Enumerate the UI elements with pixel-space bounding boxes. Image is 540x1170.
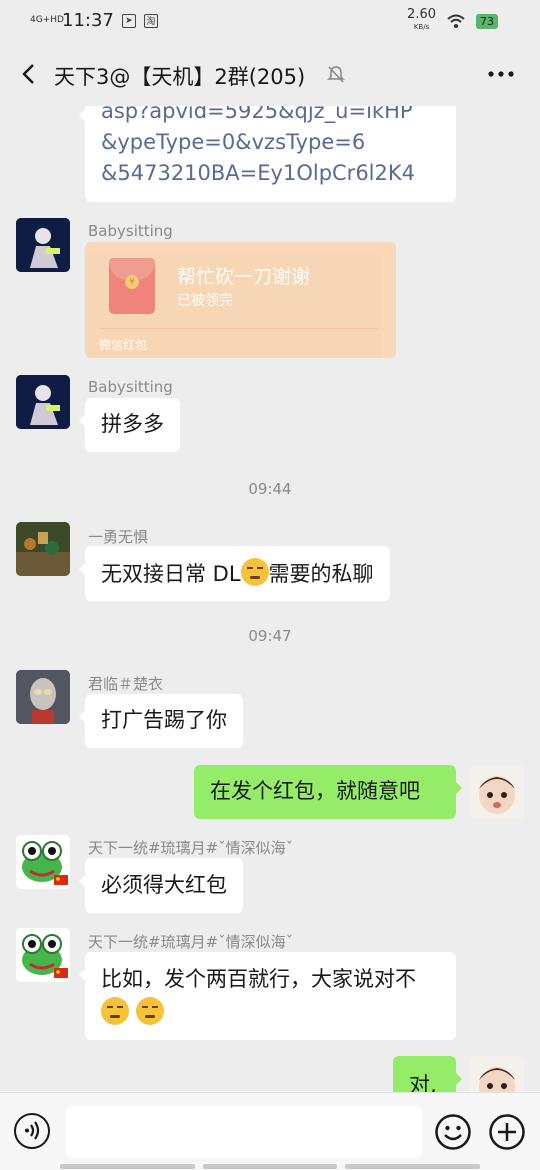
input-bar bbox=[0, 1092, 540, 1170]
network-speed-unit: KB/s bbox=[413, 23, 430, 31]
avatar-image bbox=[16, 670, 70, 724]
message-text: 必须得大红包 bbox=[101, 873, 227, 897]
my-avatar[interactable] bbox=[470, 1056, 524, 1092]
chat-title: 天下3@【天机】2群(205) bbox=[54, 65, 306, 89]
voice-wave-icon bbox=[25, 1121, 40, 1140]
sender-name: 天下一统#琉璃月#ˇ情深似海ˇ bbox=[88, 839, 294, 857]
red-packet-status: 已被领完 bbox=[177, 293, 233, 309]
avatar[interactable] bbox=[16, 928, 70, 982]
red-packet-title: 帮忙砍一刀谢谢 bbox=[177, 266, 311, 288]
avatar[interactable] bbox=[16, 522, 70, 576]
more-functions-icon[interactable] bbox=[488, 1113, 526, 1151]
message-bubble-link[interactable]: asp?apvid=5925&qjz_u=ikHP &ypeType=0&vzs… bbox=[79, 106, 456, 202]
avatar-image bbox=[16, 928, 70, 982]
message-text: 对, bbox=[409, 1073, 437, 1092]
avatar-image bbox=[16, 522, 70, 576]
message-text: 无双接日常 DL bbox=[101, 562, 241, 586]
message-bubble[interactable]: 无双接日常 DL 需要的私聊 bbox=[79, 546, 390, 601]
message-text-continued: 需要的私聊 bbox=[268, 562, 374, 586]
emoji-row bbox=[101, 997, 440, 1029]
wifi-icon bbox=[447, 14, 465, 28]
avatar-image bbox=[470, 1056, 524, 1092]
network-indicator: 4G+HD bbox=[30, 15, 64, 25]
message-input[interactable] bbox=[66, 1106, 422, 1158]
link-line-1: asp?apvid=5925&qjz_u=ikHP bbox=[101, 106, 413, 123]
message-text: 拼多多 bbox=[101, 412, 164, 436]
avatar-image bbox=[16, 835, 70, 889]
back-arrow-icon[interactable] bbox=[16, 60, 44, 88]
message-timestamp: 09:44 bbox=[248, 480, 292, 498]
network-speed: 2.60 KB/s bbox=[407, 7, 436, 33]
red-packet-message[interactable]: ¥ 帮忙砍一刀谢谢 已被领完 微信红包 bbox=[85, 242, 396, 358]
link-line-3: &5473210BA=Ey1OlpCr6l2K4 bbox=[101, 161, 416, 185]
message-list[interactable]: asp?apvid=5925&qjz_u=ikHP &ypeType=0&vzs… bbox=[0, 106, 540, 1092]
avatar[interactable] bbox=[16, 375, 70, 429]
status-bar: 4G+HD 11:37 ➤ 淘 2.60 KB/s 73 bbox=[0, 0, 540, 44]
battery-level: 73 bbox=[476, 13, 498, 29]
message-text: 打广告踢了你 bbox=[101, 708, 227, 732]
sender-name: 一勇无惧 bbox=[88, 528, 149, 546]
message-bubble[interactable]: 打广告踢了你 bbox=[79, 694, 243, 748]
message-text: 比如，发个两百就行，大家说对不 bbox=[101, 967, 416, 991]
message-timestamp: 09:47 bbox=[248, 627, 292, 645]
message-bubble[interactable]: 必须得大红包 bbox=[79, 858, 243, 913]
my-message-bubble[interactable]: 对, bbox=[393, 1056, 462, 1092]
avatar[interactable] bbox=[16, 218, 70, 272]
message-link-text[interactable]: asp?apvid=5925&qjz_u=ikHP &ypeType=0&vzs… bbox=[101, 106, 440, 189]
clock: 11:37 bbox=[62, 10, 114, 31]
telegram-notification-icon: ➤ bbox=[121, 13, 136, 28]
red-packet-icon: ¥ bbox=[109, 258, 155, 314]
sender-name: 天下一统#琉璃月#ˇ情深似海ˇ bbox=[88, 933, 294, 951]
avatar-image bbox=[470, 765, 524, 819]
mute-bell-icon bbox=[327, 66, 345, 83]
red-packet-divider bbox=[99, 328, 378, 329]
emoji-picker-icon[interactable] bbox=[434, 1113, 472, 1151]
message-bubble[interactable]: 拼多多 bbox=[79, 398, 180, 452]
voice-input-button[interactable] bbox=[14, 1113, 50, 1149]
link-line-2: &ypeType=0&vzsType=6 bbox=[101, 130, 366, 154]
sender-name: Babysitting bbox=[88, 222, 173, 240]
sender-name: 君临＃楚衣 bbox=[88, 675, 164, 693]
chat-header: 天下3@【天机】2群(205) bbox=[0, 44, 540, 106]
my-avatar[interactable] bbox=[470, 765, 524, 819]
emoji-icon bbox=[135, 997, 164, 1025]
emoji-icon bbox=[240, 558, 269, 586]
more-options-icon[interactable] bbox=[486, 64, 516, 84]
avatar[interactable] bbox=[16, 670, 70, 724]
avatar-image bbox=[16, 375, 70, 429]
avatar[interactable] bbox=[16, 835, 70, 889]
message-text: 在发个红包，就随意吧 bbox=[210, 779, 420, 803]
taobao-notification-icon: 淘 bbox=[143, 13, 158, 28]
network-speed-value: 2.60 bbox=[407, 7, 436, 22]
gesture-bar bbox=[60, 1164, 481, 1169]
message-bubble[interactable]: 比如，发个两百就行，大家说对不 bbox=[79, 952, 456, 1040]
sender-name: Babysitting bbox=[88, 378, 173, 396]
avatar-image bbox=[16, 218, 70, 272]
my-message-bubble[interactable]: 在发个红包，就随意吧 bbox=[194, 765, 462, 819]
red-packet-label: 微信红包 bbox=[99, 338, 148, 352]
emoji-icon bbox=[101, 997, 129, 1025]
